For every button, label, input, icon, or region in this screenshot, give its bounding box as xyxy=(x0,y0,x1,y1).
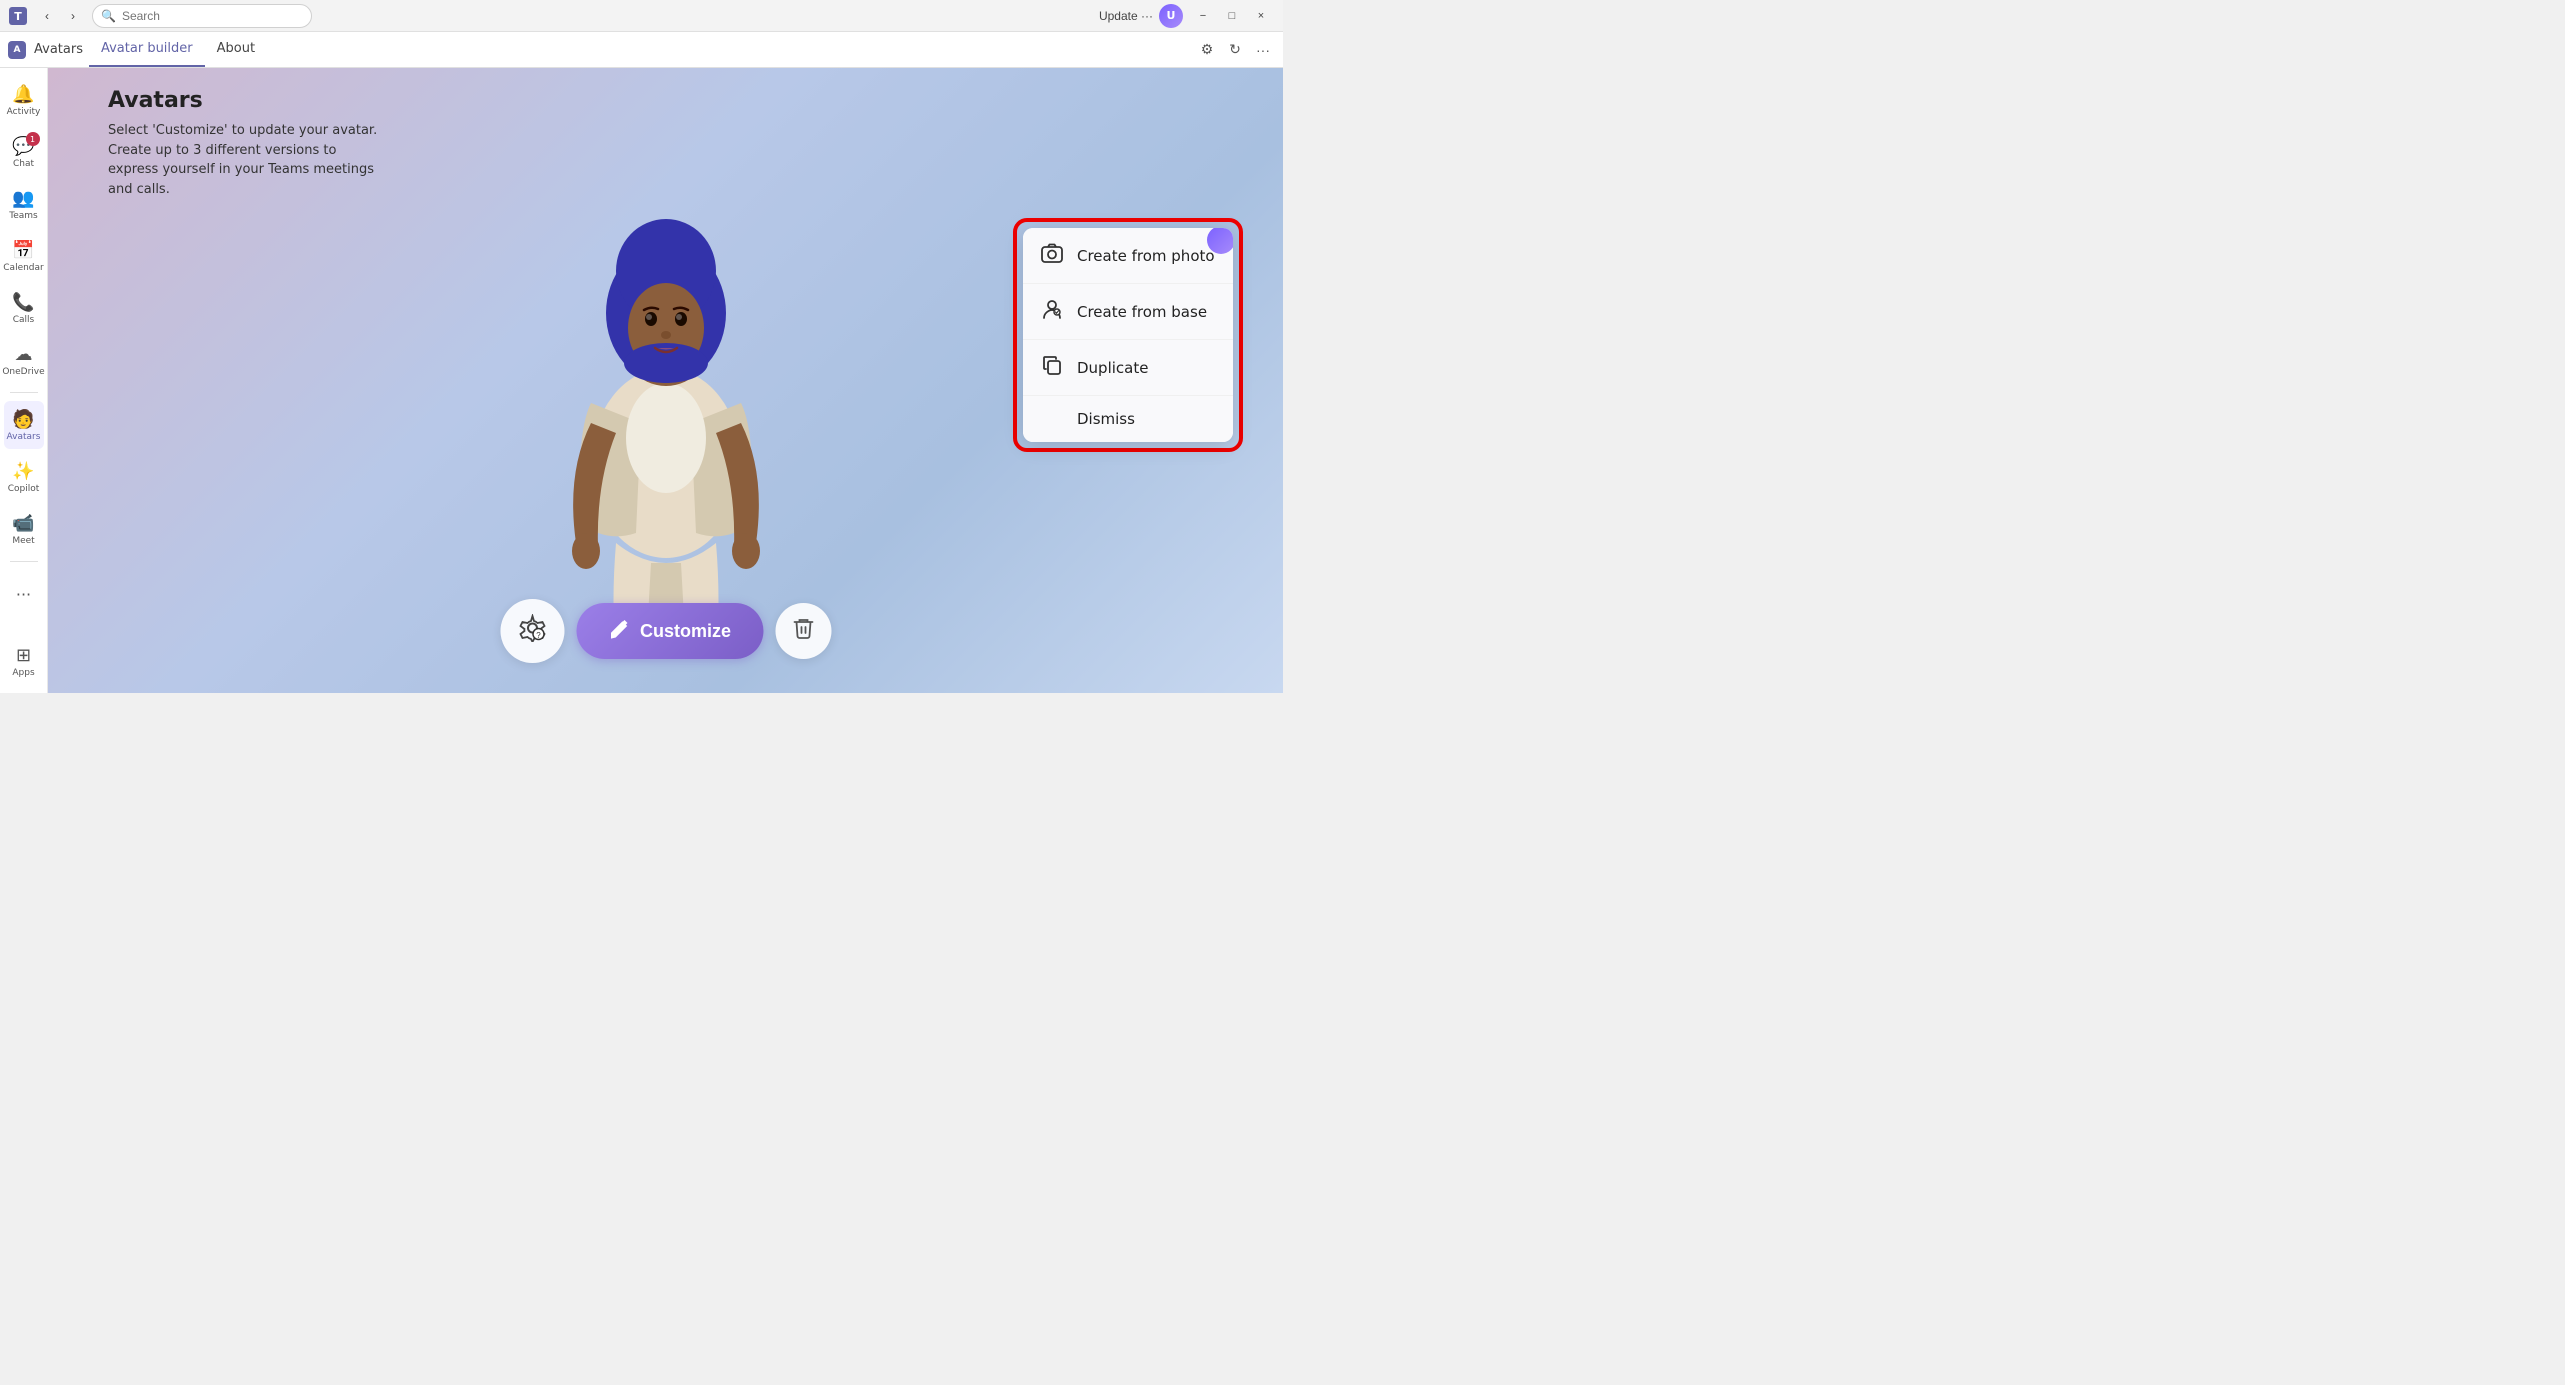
tab-bar-actions: ⚙ ↻ ··· xyxy=(1195,38,1275,62)
page-description: Select 'Customize' to update your avatar… xyxy=(108,121,388,199)
sidebar-label-meet: Meet xyxy=(12,536,34,546)
meet-icon: 📹 xyxy=(12,513,34,534)
tab-links: Avatar builder About xyxy=(89,32,267,67)
sidebar-item-calendar[interactable]: 📅 Calendar xyxy=(4,232,44,280)
avatar-svg xyxy=(536,143,796,653)
avatars-icon: 🧑 xyxy=(12,409,34,430)
settings-icon-btn[interactable]: ⚙ xyxy=(1195,38,1219,62)
close-button[interactable]: × xyxy=(1247,5,1275,27)
calendar-icon: 📅 xyxy=(12,240,34,261)
sidebar-item-meet[interactable]: 📹 Meet xyxy=(4,505,44,553)
copilot-icon: ✨ xyxy=(12,461,34,482)
window-controls: − □ × xyxy=(1189,5,1275,27)
duplicate-icon xyxy=(1041,354,1063,381)
menu-item-dismiss[interactable]: Dismiss xyxy=(1023,396,1233,442)
minimize-button[interactable]: − xyxy=(1189,5,1217,27)
menu-item-create-base[interactable]: Create from base xyxy=(1023,284,1233,340)
sidebar-item-chat[interactable]: 1 💬 Chat xyxy=(4,128,44,176)
bottom-toolbar: ? Customize xyxy=(500,599,831,663)
avatar-base-icon xyxy=(1041,298,1063,325)
user-avatar: U xyxy=(1159,4,1183,28)
sidebar-item-apps[interactable]: ⊞ Apps xyxy=(4,637,44,685)
create-photo-label: Create from photo xyxy=(1077,247,1215,265)
onedrive-icon: ☁ xyxy=(15,344,33,365)
customize-label: Customize xyxy=(640,621,731,642)
forward-button[interactable]: › xyxy=(62,5,84,27)
content-area: Avatars Select 'Customize' to update you… xyxy=(48,68,1283,693)
sidebar-label-activity: Activity xyxy=(7,107,41,117)
sidebar-label-teams: Teams xyxy=(9,211,37,221)
page-header: Avatars Select 'Customize' to update you… xyxy=(108,88,388,199)
settings-button[interactable]: ? xyxy=(500,599,564,663)
customize-button[interactable]: Customize xyxy=(576,603,763,659)
search-bar: 🔍 xyxy=(92,4,312,28)
dropdown-menu: Create from photo Create from photo xyxy=(1023,228,1233,442)
create-base-label: Create from base xyxy=(1077,303,1207,321)
refresh-icon-btn[interactable]: ↻ xyxy=(1223,38,1247,62)
breadcrumb-avatars: Avatars xyxy=(34,42,83,57)
sidebar-label-avatars: Avatars xyxy=(7,432,41,442)
sidebar-item-copilot[interactable]: ✨ Copilot xyxy=(4,453,44,501)
menu-item-create-photo[interactable]: Create from photo xyxy=(1023,228,1233,284)
sidebar-label-onedrive: OneDrive xyxy=(2,367,44,377)
titlebar-left: T ‹ › 🔍 xyxy=(8,4,312,28)
delete-button[interactable] xyxy=(775,603,831,659)
sidebar-divider-2 xyxy=(10,561,38,562)
page-title: Avatars xyxy=(108,88,388,113)
search-input[interactable] xyxy=(122,9,303,23)
calls-icon: 📞 xyxy=(12,292,34,313)
svg-text:T: T xyxy=(14,10,22,23)
back-button[interactable]: ‹ xyxy=(36,5,58,27)
sidebar-item-more[interactable]: ··· xyxy=(4,570,44,618)
app-icon: A xyxy=(8,41,26,59)
tabbar: A Avatars Avatar builder About ⚙ ↻ ··· xyxy=(0,32,1283,68)
sidebar-label-calendar: Calendar xyxy=(3,263,43,273)
tab-avatar-builder[interactable]: Avatar builder xyxy=(89,32,205,67)
sidebar-bottom: ⊞ Apps xyxy=(4,637,44,685)
sidebar-label-copilot: Copilot xyxy=(8,484,40,494)
activity-icon: 🔔 xyxy=(12,84,34,105)
update-button[interactable]: Update ··· xyxy=(1099,9,1153,23)
sidebar-item-teams[interactable]: 👥 Teams xyxy=(4,180,44,228)
customize-icon xyxy=(608,617,630,645)
search-icon: 🔍 xyxy=(101,9,116,23)
sidebar-label-chat: Chat xyxy=(13,159,34,169)
main-layout: 🔔 Activity 1 💬 Chat 👥 Teams 📅 Calendar 📞… xyxy=(0,68,1283,693)
sidebar-item-onedrive[interactable]: ☁ OneDrive xyxy=(4,336,44,384)
teams-logo: T xyxy=(8,6,28,26)
sidebar-label-apps: Apps xyxy=(12,668,34,678)
apps-icon: ⊞ xyxy=(16,645,31,666)
tab-about[interactable]: About xyxy=(205,32,267,67)
sidebar-item-activity[interactable]: 🔔 Activity xyxy=(4,76,44,124)
menu-item-duplicate[interactable]: Duplicate xyxy=(1023,340,1233,396)
chat-badge: 1 xyxy=(26,132,40,146)
restore-button[interactable]: □ xyxy=(1218,5,1246,27)
dropdown-menu-wrapper: Create from photo Create from photo xyxy=(1013,218,1243,452)
delete-icon xyxy=(791,616,815,646)
sidebar-item-calls[interactable]: 📞 Calls xyxy=(4,284,44,332)
titlebar: T ‹ › 🔍 Update ··· U − □ × xyxy=(0,0,1283,32)
dismiss-label: Dismiss xyxy=(1077,410,1135,428)
titlebar-nav: ‹ › xyxy=(36,5,84,27)
more-icon: ··· xyxy=(12,581,35,608)
titlebar-right: Update ··· U − □ × xyxy=(1099,4,1275,28)
more-icon-btn[interactable]: ··· xyxy=(1251,38,1275,62)
sidebar-label-calls: Calls xyxy=(13,315,35,325)
purple-arc xyxy=(1207,228,1233,254)
sidebar-divider xyxy=(10,392,38,393)
sidebar-item-avatars[interactable]: 🧑 Avatars xyxy=(4,401,44,449)
avatar-figure xyxy=(526,118,806,678)
svg-text:?: ? xyxy=(536,631,541,640)
sidebar: 🔔 Activity 1 💬 Chat 👥 Teams 📅 Calendar 📞… xyxy=(0,68,48,693)
camera-icon xyxy=(1041,242,1063,269)
duplicate-label: Duplicate xyxy=(1077,359,1148,377)
dropdown-outline: Create from photo Create from photo xyxy=(1013,218,1243,452)
teams-icon: 👥 xyxy=(12,188,34,209)
settings-icon: ? xyxy=(518,614,546,649)
